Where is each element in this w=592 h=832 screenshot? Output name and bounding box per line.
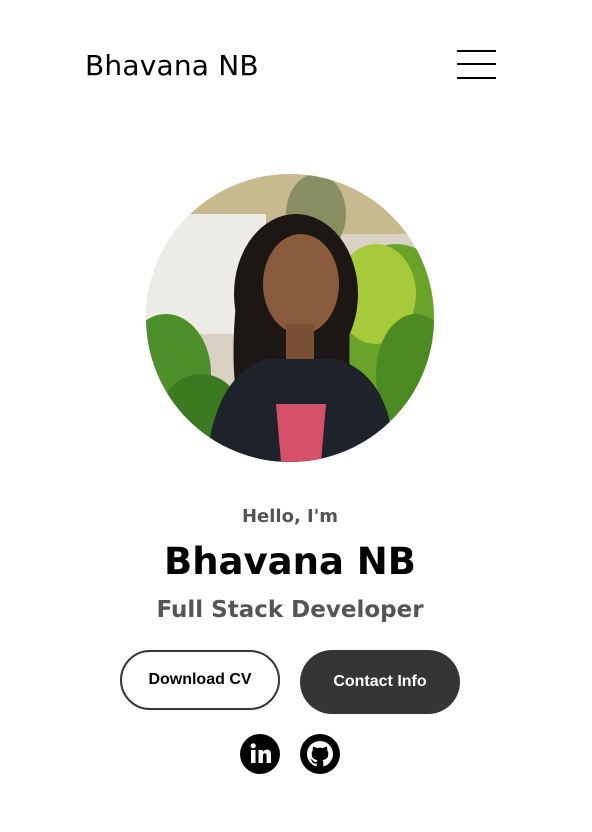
- greeting-text: Hello, I'm: [241, 506, 339, 527]
- site-logo[interactable]: Bhavana NB: [85, 46, 259, 86]
- menu-bar: [457, 50, 496, 52]
- contact-info-button[interactable]: Contact Info: [300, 650, 460, 714]
- profile-name: Bhavana NB: [164, 540, 416, 583]
- hamburger-menu-icon[interactable]: [457, 48, 497, 82]
- menu-bar: [457, 77, 496, 79]
- menu-bar: [457, 63, 496, 65]
- profile-role: Full Stack Developer: [156, 597, 424, 623]
- github-icon[interactable]: [300, 734, 340, 774]
- page: Bhavana NB Hello, I'm Bhavana NB Full St…: [0, 0, 592, 832]
- download-cv-button[interactable]: Download CV: [120, 650, 280, 710]
- profile-photo: [146, 174, 434, 462]
- linkedin-icon[interactable]: [240, 734, 280, 774]
